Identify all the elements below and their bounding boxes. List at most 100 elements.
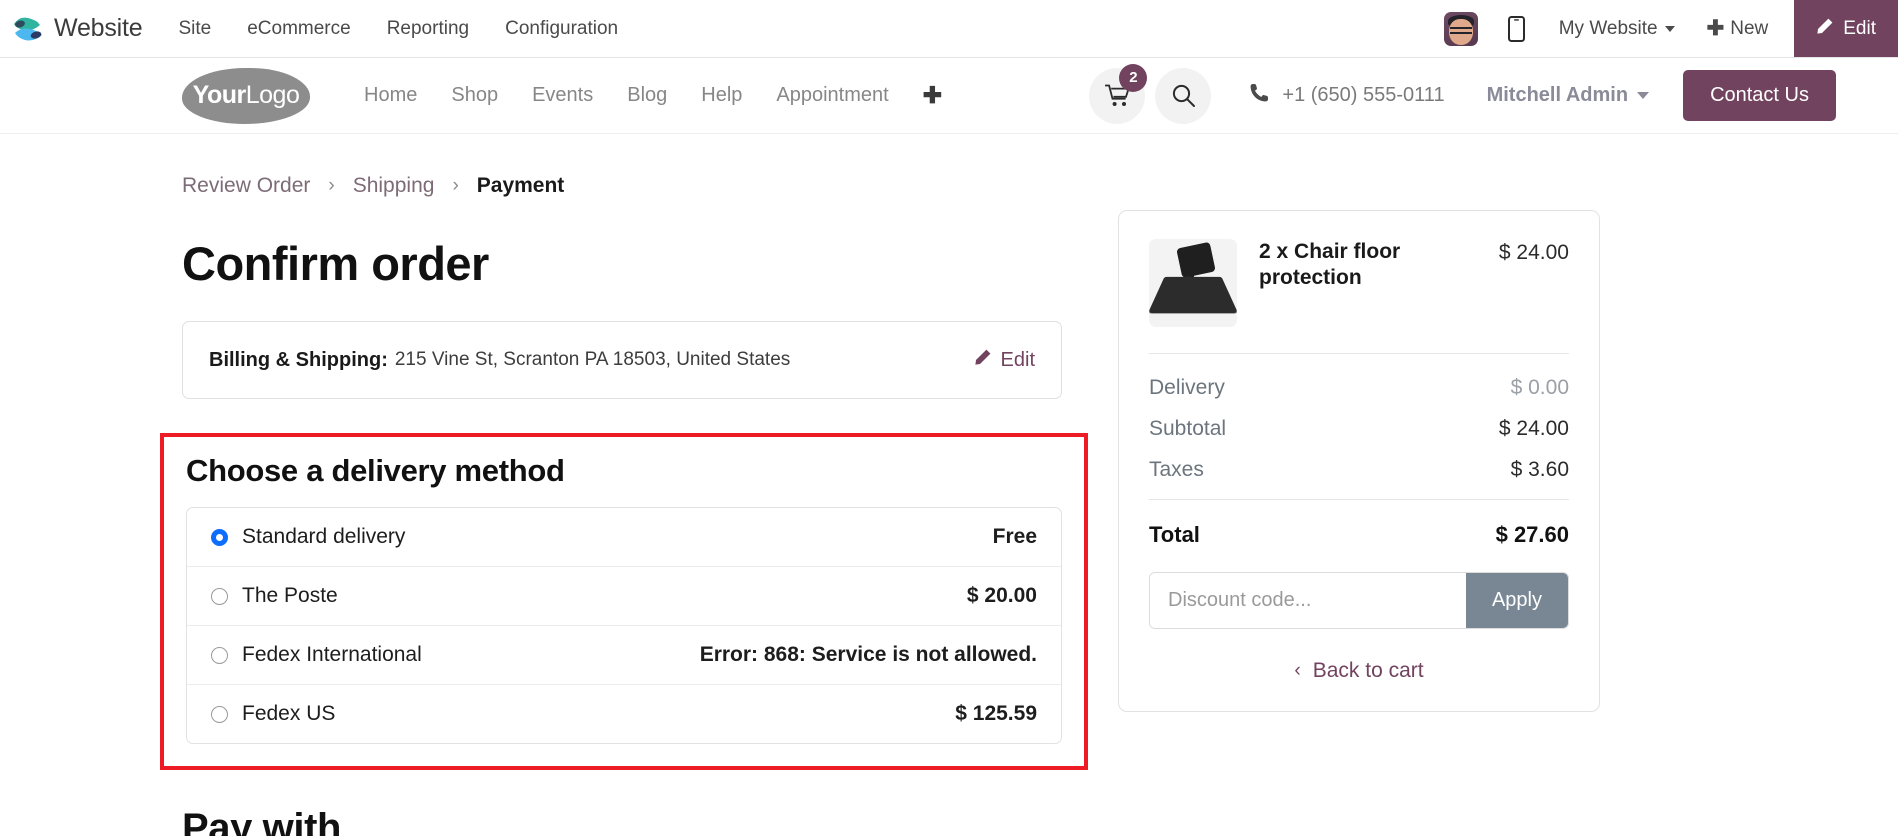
summary-line-taxes: Taxes $ 3.60 — [1149, 458, 1569, 482]
delivery-section-heading: Choose a delivery method — [186, 453, 565, 488]
radio-fedex-us[interactable] — [211, 705, 228, 723]
billing-shipping-label: Billing & Shipping: — [209, 348, 388, 371]
floor-mat-shape — [1149, 276, 1237, 314]
nav-add-page-icon[interactable]: ✚ — [923, 82, 942, 109]
user-menu[interactable]: Mitchell Admin — [1486, 84, 1650, 107]
apply-discount-button[interactable]: Apply — [1465, 573, 1568, 628]
delivery-option-label: The Poste — [242, 584, 338, 607]
odoo-bar-right: My Website ✚ New Edit — [1443, 0, 1898, 57]
discount-code-group: Apply — [1149, 572, 1569, 629]
breadcrumb-review-order[interactable]: Review Order — [182, 174, 310, 198]
delivery-option-price: Free — [992, 525, 1037, 548]
delivery-option-label: Fedex US — [242, 702, 336, 725]
chair-shape — [1176, 241, 1216, 279]
nav-item-events[interactable]: Events — [532, 84, 593, 107]
menu-item-ecommerce[interactable]: eCommerce — [247, 18, 350, 40]
delivery-option-fedex-us[interactable]: Fedex US $ 125.59 — [187, 685, 1061, 743]
pay-with-heading: Pay with — [182, 806, 342, 836]
delivery-option-the-poste[interactable]: The Poste $ 20.00 — [187, 567, 1061, 626]
phone-icon — [1249, 83, 1269, 109]
chevron-down-icon — [1637, 92, 1650, 99]
app-name[interactable]: Website — [54, 14, 143, 43]
product-name: 2 x Chair floor protection — [1259, 240, 1401, 290]
odoo-system-bar: Website Site eCommerce Reporting Configu… — [0, 0, 1898, 58]
cart-button[interactable]: 2 — [1089, 63, 1148, 124]
delivery-options-list: Standard delivery Free The Poste $ 20.00… — [186, 507, 1062, 744]
search-icon — [1172, 84, 1195, 107]
edit-button-label: Edit — [1843, 17, 1876, 39]
nav-item-appointment[interactable]: Appointment — [776, 84, 888, 107]
summary-total-divider — [1149, 499, 1569, 500]
odoo-logo-icon[interactable] — [10, 13, 46, 45]
odoo-menubar: Site eCommerce Reporting Configuration — [178, 18, 618, 40]
edit-address-button[interactable]: Edit — [974, 348, 1035, 372]
user-menu-label: Mitchell Admin — [1486, 84, 1629, 106]
site-logo[interactable]: Your Logo — [182, 67, 310, 124]
edit-address-label: Edit — [1000, 348, 1035, 371]
pencil-icon — [1816, 17, 1834, 41]
menu-item-site[interactable]: Site — [178, 18, 211, 40]
delivery-method-highlight: Choose a delivery method Standard delive… — [160, 433, 1088, 770]
radio-standard-delivery[interactable] — [211, 528, 228, 546]
mobile-icon[interactable] — [1507, 15, 1525, 42]
breadcrumb-separator-icon: › — [452, 175, 459, 196]
breadcrumb-shipping[interactable]: Shipping — [353, 174, 435, 198]
delivery-option-price: $ 125.59 — [955, 702, 1037, 725]
summary-line-label: Delivery — [1149, 376, 1225, 399]
summary-line-value: $ 0.00 — [1510, 376, 1569, 399]
breadcrumb-separator-icon: › — [328, 175, 335, 196]
checkout-main-column: Review Order › Shipping › Payment Confir… — [160, 174, 1088, 836]
delivery-option-label: Fedex International — [242, 643, 422, 666]
nav-item-shop[interactable]: Shop — [451, 84, 498, 107]
back-to-cart-label: Back to cart — [1312, 659, 1424, 682]
radio-fedex-international[interactable] — [211, 646, 228, 664]
search-button[interactable] — [1155, 67, 1212, 124]
avatar-glasses — [1449, 26, 1472, 34]
phone-number: +1 (650) 555-0111 — [1282, 84, 1445, 106]
delivery-option-label: Standard delivery — [242, 525, 406, 548]
discount-code-input[interactable] — [1150, 573, 1466, 628]
summary-line-value: $ 24.00 — [1498, 417, 1569, 440]
new-button[interactable]: ✚ New — [1707, 18, 1769, 40]
radio-the-poste[interactable] — [211, 587, 228, 605]
nav-item-blog[interactable]: Blog — [627, 84, 667, 107]
new-button-label: New — [1730, 17, 1769, 39]
website-header: Your Logo Home Shop Events Blog Help Appo… — [0, 58, 1898, 134]
summary-line-delivery: Delivery $ 0.00 — [1149, 376, 1569, 400]
back-to-cart-link[interactable]: ‹ Back to cart — [1149, 659, 1569, 683]
delivery-option-error-message: Error: 868: Service is not allowed. — [699, 643, 1037, 666]
menu-item-configuration[interactable]: Configuration — [505, 18, 618, 40]
breadcrumb: Review Order › Shipping › Payment — [182, 174, 1062, 198]
summary-line-subtotal: Subtotal $ 24.00 — [1149, 417, 1569, 441]
breadcrumb-payment: Payment — [476, 174, 565, 197]
delivery-option-fedex-international[interactable]: Fedex International Error: 868: Service … — [187, 626, 1061, 685]
pencil-icon — [974, 348, 992, 372]
page-title: Confirm order — [182, 237, 489, 290]
user-avatar[interactable] — [1443, 11, 1478, 46]
billing-shipping-card: Billing & Shipping: 215 Vine St, Scranto… — [182, 321, 1062, 399]
nav-item-home[interactable]: Home — [364, 84, 417, 107]
chevron-left-icon: ‹ — [1294, 660, 1301, 681]
website-header-right: 2 +1 (650) 555-0111 Mitchell Admin Conta… — [1089, 63, 1836, 124]
delivery-option-price: $ 20.00 — [966, 584, 1037, 607]
summary-line-value: $ 3.60 — [1510, 458, 1569, 481]
summary-total-label: Total — [1149, 522, 1200, 547]
phone-link[interactable]: +1 (650) 555-0111 — [1249, 83, 1445, 109]
chevron-down-icon — [1664, 25, 1675, 32]
nav-item-help[interactable]: Help — [701, 84, 742, 107]
summary-total-row: Total $ 27.60 — [1149, 522, 1569, 548]
summary-line-label: Taxes — [1149, 458, 1204, 481]
billing-shipping-value: 215 Vine St, Scranton PA 18503, United S… — [394, 349, 791, 370]
contact-us-button[interactable]: Contact Us — [1683, 70, 1836, 121]
cart-count-badge: 2 — [1119, 63, 1148, 92]
summary-product-row: 2 x Chair floor protection $ 24.00 — [1149, 239, 1569, 327]
plus-icon: ✚ — [1706, 17, 1725, 40]
menu-item-reporting[interactable]: Reporting — [387, 18, 469, 40]
summary-divider — [1149, 353, 1569, 354]
website-selector[interactable]: My Website — [1559, 18, 1675, 40]
page-content: Review Order › Shipping › Payment Confir… — [0, 134, 1898, 836]
edit-button[interactable]: Edit — [1794, 0, 1898, 57]
delivery-option-standard-delivery[interactable]: Standard delivery Free — [187, 508, 1061, 567]
site-navigation: Home Shop Events Blog Help Appointment ✚ — [364, 82, 942, 109]
website-selector-label: My Website — [1558, 17, 1658, 39]
